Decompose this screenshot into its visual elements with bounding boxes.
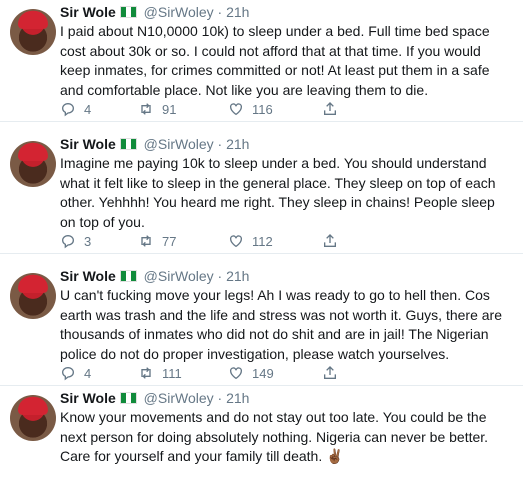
tweet[interactable]: Sir Wole @SirWoley · 21h I paid about N1… — [0, 0, 523, 122]
separator-dot: · — [217, 136, 223, 152]
share-button[interactable] — [322, 363, 338, 383]
retweet-icon — [138, 233, 154, 249]
retweet-button[interactable]: 91 — [138, 99, 176, 119]
reply-button[interactable]: 3 — [60, 231, 91, 251]
retweet-icon — [138, 101, 154, 117]
tweet-header: Sir Wole @SirWoley · 21h — [60, 267, 249, 285]
nigeria-flag-icon — [119, 270, 137, 282]
tweet-text: U can't fucking move your legs! Ah I was… — [60, 287, 502, 362]
separator-dot: · — [217, 268, 223, 284]
display-name[interactable]: Sir Wole — [60, 136, 116, 152]
user-handle[interactable]: @SirWoley — [144, 4, 214, 20]
retweet-count: 77 — [162, 233, 177, 249]
like-button[interactable]: 149 — [228, 363, 274, 383]
heart-icon — [228, 101, 244, 117]
retweet-icon — [138, 365, 154, 381]
timestamp[interactable]: 21h — [226, 268, 249, 284]
tweet-header: Sir Wole @SirWoley · 21h — [60, 135, 249, 153]
share-icon — [322, 365, 338, 381]
retweet-button[interactable]: 111 — [138, 363, 182, 383]
user-handle[interactable]: @SirWoley — [144, 136, 214, 152]
user-handle[interactable]: @SirWoley — [144, 268, 214, 284]
tweet-text: Imagine me paying 10k to sleep under a b… — [60, 155, 496, 230]
heart-icon — [228, 233, 244, 249]
nigeria-flag-icon — [119, 392, 137, 404]
heart-icon — [228, 365, 244, 381]
retweet-count: 91 — [162, 101, 177, 117]
avatar[interactable] — [10, 141, 56, 187]
retweet-button[interactable]: 77 — [138, 231, 176, 251]
avatar[interactable] — [10, 9, 56, 55]
tweet-actions: 4 91 116 — [60, 99, 460, 119]
share-button[interactable] — [322, 231, 338, 251]
like-button[interactable]: 112 — [228, 231, 273, 251]
tweet[interactable]: Sir Wole @SirWoley · 21h Know your movem… — [0, 386, 523, 478]
reply-button[interactable]: 4 — [60, 99, 91, 119]
separator-dot: · — [217, 4, 223, 20]
reply-count: 3 — [84, 233, 92, 249]
like-count: 116 — [252, 101, 273, 117]
tweet-header: Sir Wole @SirWoley · 21h — [60, 3, 249, 21]
reply-icon — [60, 365, 76, 381]
tweet-actions: 4 111 149 — [60, 363, 460, 383]
reply-icon — [60, 101, 76, 117]
tweet-header: Sir Wole @SirWoley · 21h — [60, 389, 249, 407]
display-name[interactable]: Sir Wole — [60, 268, 116, 284]
reply-count: 4 — [84, 365, 92, 381]
reply-count: 4 — [84, 101, 92, 117]
nigeria-flag-icon — [119, 138, 137, 150]
like-count: 149 — [252, 365, 274, 381]
timestamp[interactable]: 21h — [226, 136, 249, 152]
separator-dot: · — [217, 390, 223, 406]
tweet-thread: Sir Wole @SirWoley · 21h I paid about N1… — [0, 0, 523, 478]
display-name[interactable]: Sir Wole — [60, 390, 116, 406]
reply-icon — [60, 233, 76, 249]
tweet[interactable]: Sir Wole @SirWoley · 21h U can't fucking… — [0, 264, 523, 386]
nigeria-flag-icon — [119, 6, 137, 18]
user-handle[interactable]: @SirWoley — [144, 390, 214, 406]
share-button[interactable] — [322, 99, 338, 119]
tweet-actions: 3 77 112 — [60, 231, 460, 251]
retweet-count: 111 — [162, 365, 182, 381]
like-count: 112 — [252, 233, 273, 249]
reply-button[interactable]: 4 — [60, 363, 91, 383]
timestamp[interactable]: 21h — [226, 4, 249, 20]
share-icon — [322, 233, 338, 249]
share-icon — [322, 101, 338, 117]
display-name[interactable]: Sir Wole — [60, 4, 116, 20]
like-button[interactable]: 116 — [228, 99, 273, 119]
tweet[interactable]: Sir Wole @SirWoley · 21h Imagine me payi… — [0, 132, 523, 254]
avatar[interactable] — [10, 273, 56, 319]
avatar[interactable] — [10, 395, 56, 441]
tweet-text: Know your movements and do not stay out … — [60, 409, 489, 464]
timestamp[interactable]: 21h — [226, 390, 249, 406]
tweet-text: I paid about N10,0000 10k) to sleep unde… — [60, 23, 490, 98]
